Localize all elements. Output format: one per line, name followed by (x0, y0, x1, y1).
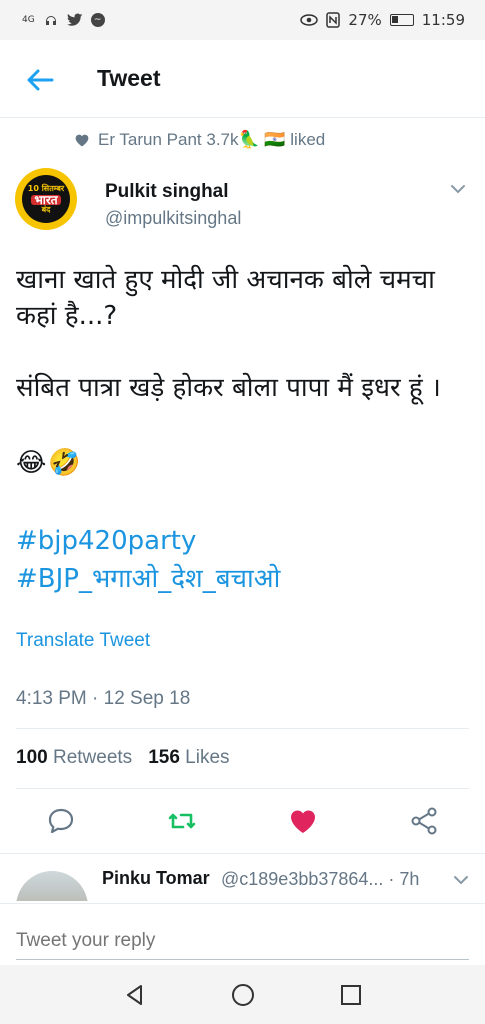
chevron-down-icon[interactable] (449, 180, 467, 198)
retweets-count: 100 (16, 747, 48, 768)
like-heart-icon[interactable] (288, 806, 318, 836)
social-context[interactable]: Er Tarun Pant 3.7k🦜 🇮🇳 liked (74, 130, 325, 150)
hashtags: #bjp420party #BJP_भगाओ_देश_बचाओ (16, 522, 280, 598)
avatar-text-bottom: बंद (41, 204, 51, 214)
retweets-stat[interactable]: 100 Retweets (16, 747, 132, 769)
author-name[interactable]: Pulkit singhal (105, 181, 229, 203)
share-icon[interactable] (409, 806, 439, 836)
app-bar: Tweet (0, 40, 485, 118)
social-context-text: Er Tarun Pant 3.7k🦜 🇮🇳 liked (98, 130, 326, 149)
system-nav-bar (0, 965, 485, 1024)
status-left: 4G ~ (22, 12, 105, 28)
eye-icon (300, 14, 319, 26)
signal-icon: 4G (22, 14, 35, 25)
retweets-label: Retweets (52, 747, 133, 768)
battery-percent: 27% (348, 11, 382, 29)
hashtag-link[interactable]: #BJP_भगाओ_देश_बचाओ (16, 560, 280, 598)
likes-label: Likes (185, 747, 230, 768)
retweet-icon[interactable] (167, 806, 197, 836)
page-title: Tweet (97, 65, 161, 91)
headset-icon (45, 16, 56, 25)
back-triangle-icon[interactable] (121, 981, 149, 1009)
reply-avatar[interactable] (16, 871, 88, 901)
avatar-text-mid: भारत (31, 194, 61, 206)
recents-square-icon[interactable] (337, 981, 365, 1009)
author-handle[interactable]: @impulkitsinghal (105, 208, 241, 229)
tweet-timestamp: 4:13 PM · 12 Sep 18 (16, 688, 191, 709)
status-bar: 4G ~ 27% 11:59 (0, 0, 485, 40)
hashtag-link[interactable]: #bjp420party (16, 522, 280, 560)
author-avatar[interactable]: 10 सितम्बर भारत बंद (15, 168, 77, 230)
chevron-down-icon[interactable] (453, 872, 469, 888)
home-circle-icon[interactable] (229, 981, 257, 1009)
avatar-badge: 10 सितम्बर भारत बंद (22, 175, 70, 223)
likes-count: 156 (148, 747, 180, 768)
status-right: 27% 11:59 (300, 11, 465, 29)
clock: 11:59 (421, 11, 465, 29)
tweet-actions (0, 800, 485, 840)
messenger-icon: ~ (90, 13, 105, 27)
emoji-row: 😂 🤣 (16, 448, 81, 478)
reply-item[interactable]: Pinku Tomar @c189e3bb37864... · 7h (0, 853, 485, 901)
reply-meta: @c189e3bb37864... · 7h (221, 869, 420, 889)
tweet-stats: 100 Retweets 156 Likes (16, 747, 230, 769)
reply-composer (0, 903, 485, 965)
divider (16, 788, 469, 789)
likes-stat[interactable]: 156 Likes (148, 747, 229, 769)
translate-tweet-link[interactable]: Translate Tweet (16, 630, 150, 652)
battery-icon (389, 14, 414, 26)
divider (16, 728, 469, 729)
network-type: 4G (22, 14, 35, 25)
twitter-bird-icon (66, 13, 83, 26)
rolling-laughing-emoji: 🤣 (48, 448, 81, 478)
back-arrow-icon[interactable] (24, 64, 56, 96)
reply-icon[interactable] (46, 806, 76, 836)
tears-of-joy-emoji: 😂 (16, 448, 47, 478)
nfc-icon (326, 12, 341, 28)
reply-author-name: Pinku Tomar (102, 868, 210, 888)
heart-small-icon (75, 134, 89, 147)
avatar-text-top: 10 सितम्बर (27, 183, 65, 193)
tweet-text: खाना खाते हुए मोदी जी अचानक बोले चमचा कह… (16, 265, 441, 403)
reply-input[interactable] (16, 922, 469, 960)
